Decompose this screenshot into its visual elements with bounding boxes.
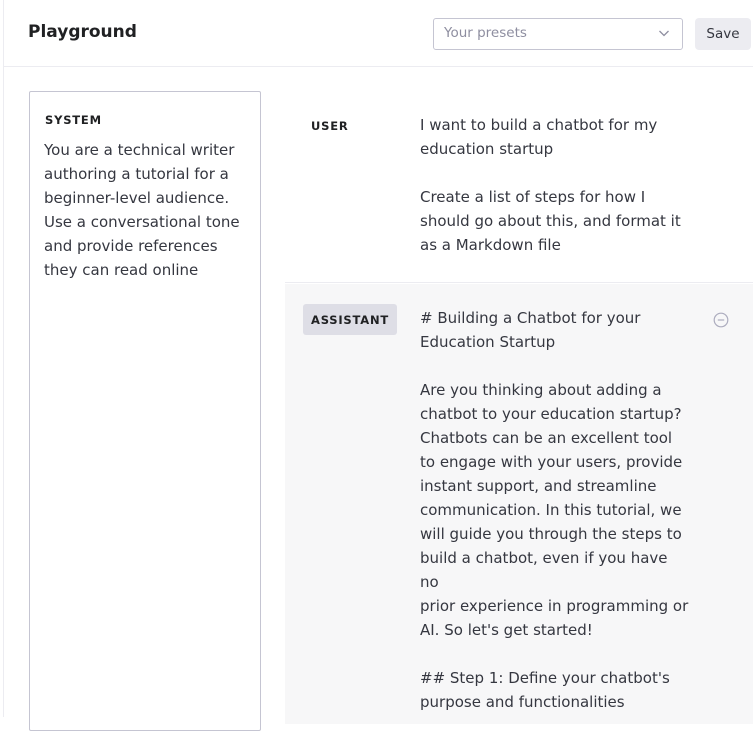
header: Playground Your presets Save: [4, 0, 753, 67]
message-text-user[interactable]: I want to build a chatbot for my educati…: [420, 113, 690, 257]
system-prompt-text[interactable]: You are a technical writer authoring a t…: [44, 138, 246, 282]
role-toggle-assistant[interactable]: ASSISTANT: [303, 304, 398, 335]
role-toggle-user[interactable]: USER: [303, 110, 357, 141]
chevron-down-icon: [659, 30, 669, 37]
message-row-assistant: ASSISTANT # Building a Chatbot for your …: [285, 284, 753, 724]
message-row-user: USER I want to build a chatbot for my ed…: [285, 91, 753, 283]
presets-placeholder: Your presets: [444, 25, 527, 41]
system-label: SYSTEM: [45, 113, 102, 127]
minus-circle-icon[interactable]: [713, 312, 729, 328]
message-text-assistant[interactable]: # Building a Chatbot for your Education …: [420, 306, 690, 714]
page-title: Playground: [28, 22, 137, 42]
system-panel[interactable]: SYSTEM You are a technical writer author…: [29, 91, 261, 731]
playground-app: Playground Your presets Save SYSTEM You …: [3, 0, 753, 731]
save-button[interactable]: Save: [695, 18, 751, 50]
presets-select[interactable]: Your presets: [433, 18, 683, 50]
